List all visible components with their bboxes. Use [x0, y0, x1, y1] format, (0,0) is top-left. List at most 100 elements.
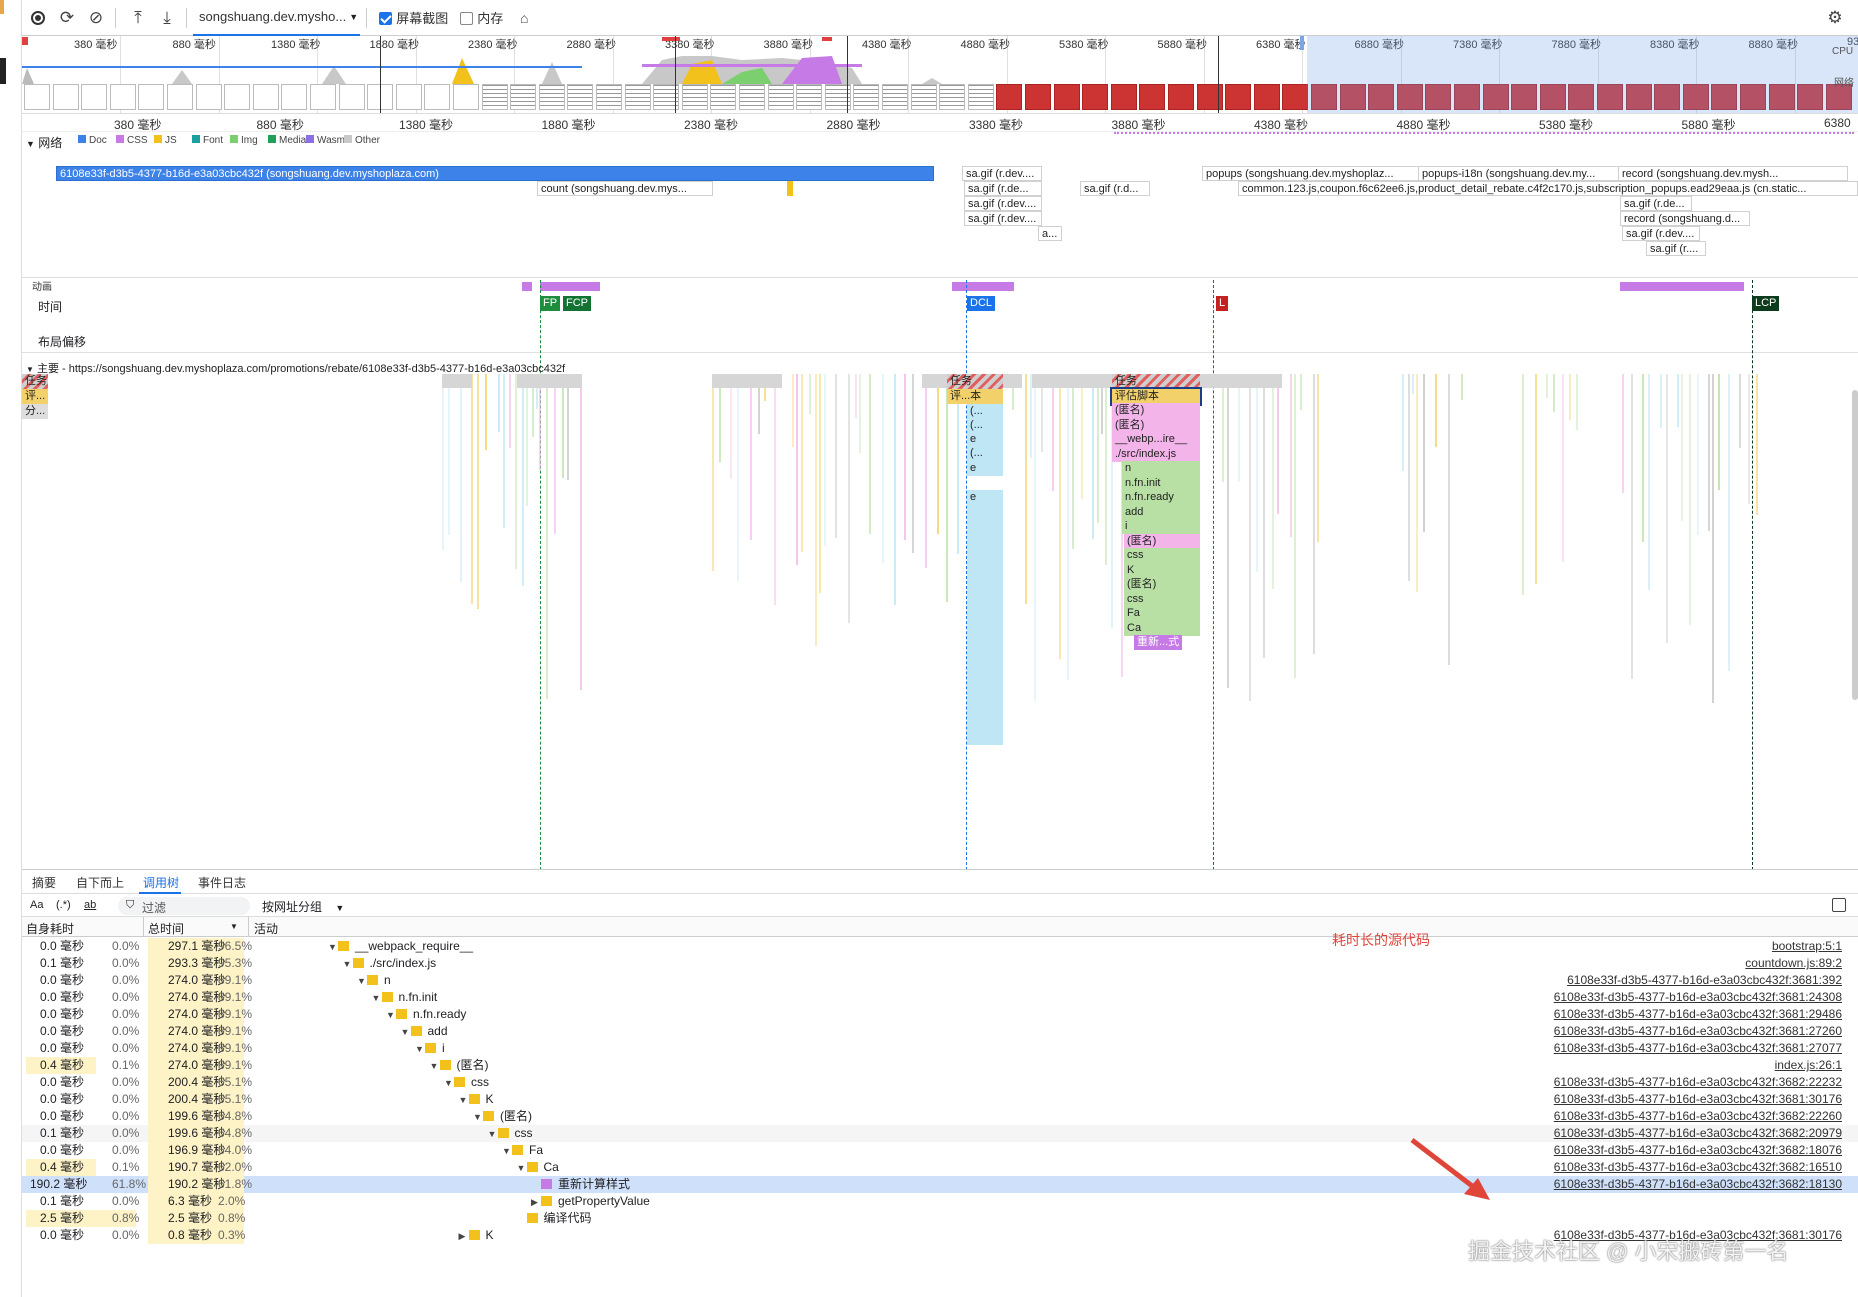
flame-frame[interactable]: __webp...ire__	[1112, 432, 1200, 447]
gc-button[interactable]: ⌂	[511, 5, 537, 31]
flame-frame[interactable]: K	[1124, 562, 1200, 578]
screenshot-thumbnail[interactable]	[424, 84, 451, 110]
col-total-time[interactable]: 总时间	[148, 920, 184, 937]
screenshot-thumbnail[interactable]	[281, 84, 308, 110]
lcp-marker[interactable]: LCP	[1752, 296, 1780, 311]
source-link[interactable]: 6108e33f-d3b5-4377-b16d-e3a03cbc432f:368…	[1554, 1091, 1842, 1108]
fp-marker[interactable]: FP	[540, 296, 561, 311]
reload-button[interactable]: ⟳	[54, 5, 80, 31]
source-link[interactable]: 6108e33f-d3b5-4377-b16d-e3a03cbc432f:368…	[1554, 1125, 1842, 1142]
chevron-down-icon[interactable]: ▼	[357, 973, 367, 990]
screenshot-thumbnail[interactable]	[224, 84, 251, 110]
source-link[interactable]: 6108e33f-d3b5-4377-b16d-e3a03cbc432f:368…	[1554, 1176, 1842, 1193]
screenshot-thumbnail[interactable]	[1168, 84, 1194, 110]
chevron-down-icon[interactable]: ▼	[343, 956, 353, 973]
call-tree-row[interactable]: 0.1 毫秒 0.0% 199.6 毫秒 64.8% ▼ css 6108e33f-d3b5…	[22, 1125, 1858, 1142]
screenshot-thumbnail[interactable]	[624, 84, 651, 110]
call-tree-row[interactable]: 0.0 毫秒 0.0% 199.6 毫秒 64.8% ▼ (匿名) 6108e33f-d3b…	[22, 1108, 1858, 1125]
network-request[interactable]: sa.gif (r.de...	[1620, 196, 1692, 211]
call-tree-row[interactable]: 0.0 毫秒 0.0% 274.0 毫秒 89.1% ▼ n.fn.ready 6108e3…	[22, 1006, 1858, 1023]
flame-frame[interactable]: add	[1122, 504, 1200, 520]
record-button[interactable]	[25, 5, 51, 31]
call-tree-row[interactable]: 0.4 毫秒 0.1% 274.0 毫秒 89.1% ▼ (匿名) index.js:26:…	[22, 1057, 1858, 1074]
screenshot-thumbnail[interactable]	[853, 84, 880, 110]
source-link[interactable]: 6108e33f-d3b5-4377-b16d-e3a03cbc432f:368…	[1554, 1040, 1842, 1057]
upload-button[interactable]: ⤒	[125, 5, 151, 31]
chevron-right-icon[interactable]: ▶	[531, 1194, 541, 1211]
chevron-down-icon[interactable]: ▼	[473, 1109, 483, 1126]
chevron-down-icon[interactable]: ▼	[488, 1126, 498, 1143]
chevron-down-icon[interactable]: ▼	[444, 1075, 454, 1092]
chevron-down-icon[interactable]: ▶	[459, 1228, 469, 1245]
chevron-down-icon[interactable]: ▼	[386, 1007, 396, 1024]
screenshot-thumbnail[interactable]	[138, 84, 165, 110]
animation-bar[interactable]	[522, 282, 532, 291]
flame-frame[interactable]: n.fn.init	[1122, 475, 1200, 491]
network-request-js[interactable]	[787, 181, 793, 196]
flame-frame[interactable]: ./src/index.js	[1112, 446, 1200, 462]
flame-frame[interactable]: (匿名)	[1124, 533, 1200, 549]
source-link[interactable]: 6108e33f-d3b5-4377-b16d-e3a03cbc432f:368…	[1554, 1108, 1842, 1125]
screenshot-thumbnail[interactable]	[681, 84, 708, 110]
screenshot-thumbnail[interactable]	[510, 84, 537, 110]
network-request[interactable]: record (songshuang.d...	[1620, 211, 1750, 226]
call-tree-row[interactable]: 0.0 毫秒 0.0% 200.4 毫秒 65.1% ▼ css 6108e33f-d3b5…	[22, 1074, 1858, 1091]
chevron-down-icon[interactable]: ▼	[415, 1041, 425, 1058]
flame-frame[interactable]: 评估脚本	[1110, 386, 1202, 406]
screenshot-thumbnail[interactable]	[596, 84, 622, 110]
call-tree-row[interactable]: 0.0 毫秒 0.0% 297.1 毫秒 96.5% ▼ __webpack_requir…	[22, 938, 1858, 955]
source-link[interactable]: 6108e33f-d3b5-4377-b16d-e3a03cbc432f:368…	[1554, 1074, 1842, 1091]
flame-evaluate[interactable]: 评...	[22, 389, 48, 404]
call-tree-row[interactable]: 0.0 毫秒 0.0% 274.0 毫秒 89.1% ▼ n 6108e33f-d3b5-4…	[22, 972, 1858, 989]
tab-event-log[interactable]: 事件日志	[198, 874, 246, 891]
screenshot-thumbnail[interactable]	[1110, 84, 1137, 110]
flame-frame[interactable]: (...	[967, 446, 1003, 461]
flame-frame[interactable]: e	[967, 432, 1003, 447]
flame-frame[interactable]: 评...本	[947, 389, 1003, 404]
network-request[interactable]: popups (songshuang.dev.myshoplaz...	[1202, 166, 1430, 181]
flame-frame[interactable]: 重新...式	[1134, 635, 1182, 650]
network-request[interactable]: sa.gif (r.dev....	[1622, 226, 1700, 241]
network-request[interactable]: sa.gif (r....	[1646, 241, 1706, 256]
source-link[interactable]: 6108e33f-d3b5-4377-b16d-e3a03cbc432f:368…	[1554, 1159, 1842, 1176]
flame-frame[interactable]: Fa	[1124, 606, 1200, 621]
call-tree-row[interactable]: 0.0 毫秒 0.0% 274.0 毫秒 89.1% ▼ add 6108e33f-d3b5…	[22, 1023, 1858, 1040]
flame-frame[interactable]: e	[967, 490, 1003, 505]
call-tree-row[interactable]: 0.0 毫秒 0.0% 274.0 毫秒 89.1% ▼ i 6108e33f-d3b5-4…	[22, 1040, 1858, 1057]
tab-summary[interactable]: 摘要	[32, 874, 56, 891]
dcl-marker[interactable]: DCL	[967, 296, 996, 311]
network-track[interactable]: ▼ 网络 Doc CSS JS Font Img Media Wasm Other 6108e…	[22, 132, 1858, 278]
flame-task[interactable]: 任务	[22, 374, 48, 389]
timeline-overview[interactable]: 380 毫秒 880 毫秒 1380 毫秒 1880 毫秒 2380 毫秒 2880 毫秒…	[22, 36, 1858, 114]
screenshot-thumbnail[interactable]	[453, 84, 479, 110]
network-request[interactable]: sa.gif (r.d...	[1080, 181, 1150, 196]
screenshot-thumbnail[interactable]	[939, 84, 966, 110]
flame-frame[interactable]: css	[1124, 548, 1200, 563]
screenshot-thumbnail[interactable]	[796, 84, 823, 110]
url-select[interactable]: songshuang.dev.mysho... ▼	[193, 0, 361, 36]
screenshot-checkbox[interactable]: 屏幕截图	[379, 8, 448, 27]
call-tree-row[interactable]: 0.1 毫秒 0.0% 293.3 毫秒 95.3% ▼ ./src/index.js co…	[22, 955, 1858, 972]
source-link[interactable]: index.js:26:1	[1775, 1057, 1842, 1074]
flame-frame[interactable]: (匿名)	[1112, 417, 1200, 433]
sidebar-toggle-icon[interactable]	[1832, 898, 1846, 912]
chevron-down-icon[interactable]: ▼	[459, 1092, 469, 1109]
clear-button[interactable]: ⊘	[83, 5, 109, 31]
main-scrollbar[interactable]	[1852, 390, 1858, 700]
network-request[interactable]: a...	[1038, 226, 1062, 241]
fcp-marker[interactable]: FCP	[563, 296, 591, 311]
screenshot-thumbnail[interactable]	[481, 84, 508, 110]
screenshot-thumbnail[interactable]	[538, 84, 565, 110]
col-activity[interactable]: 活动	[254, 920, 278, 937]
screenshot-thumbnail[interactable]	[81, 84, 108, 110]
source-link[interactable]: 6108e33f-d3b5-4377-b16d-e3a03cbc432f:368…	[1554, 989, 1842, 1006]
chevron-down-icon[interactable]: ▼	[517, 1160, 527, 1177]
screenshot-thumbnail[interactable]	[710, 84, 737, 110]
tab-bottom-up[interactable]: 自下而上	[76, 874, 124, 891]
settings-button[interactable]: ⚙	[1822, 5, 1848, 31]
flame-frame[interactable]: Ca	[1124, 620, 1200, 636]
call-tree-row[interactable]: 2.5 毫秒 0.8% 2.5 毫秒 0.8% 编译代码	[22, 1210, 1858, 1227]
screenshot-thumbnail[interactable]	[1025, 84, 1051, 110]
source-link[interactable]: countdown.js:89:2	[1745, 955, 1842, 972]
call-tree-row[interactable]: 0.0 毫秒 0.0% 200.4 毫秒 65.1% ▼ K 6108e33f-d3b5-4…	[22, 1091, 1858, 1108]
